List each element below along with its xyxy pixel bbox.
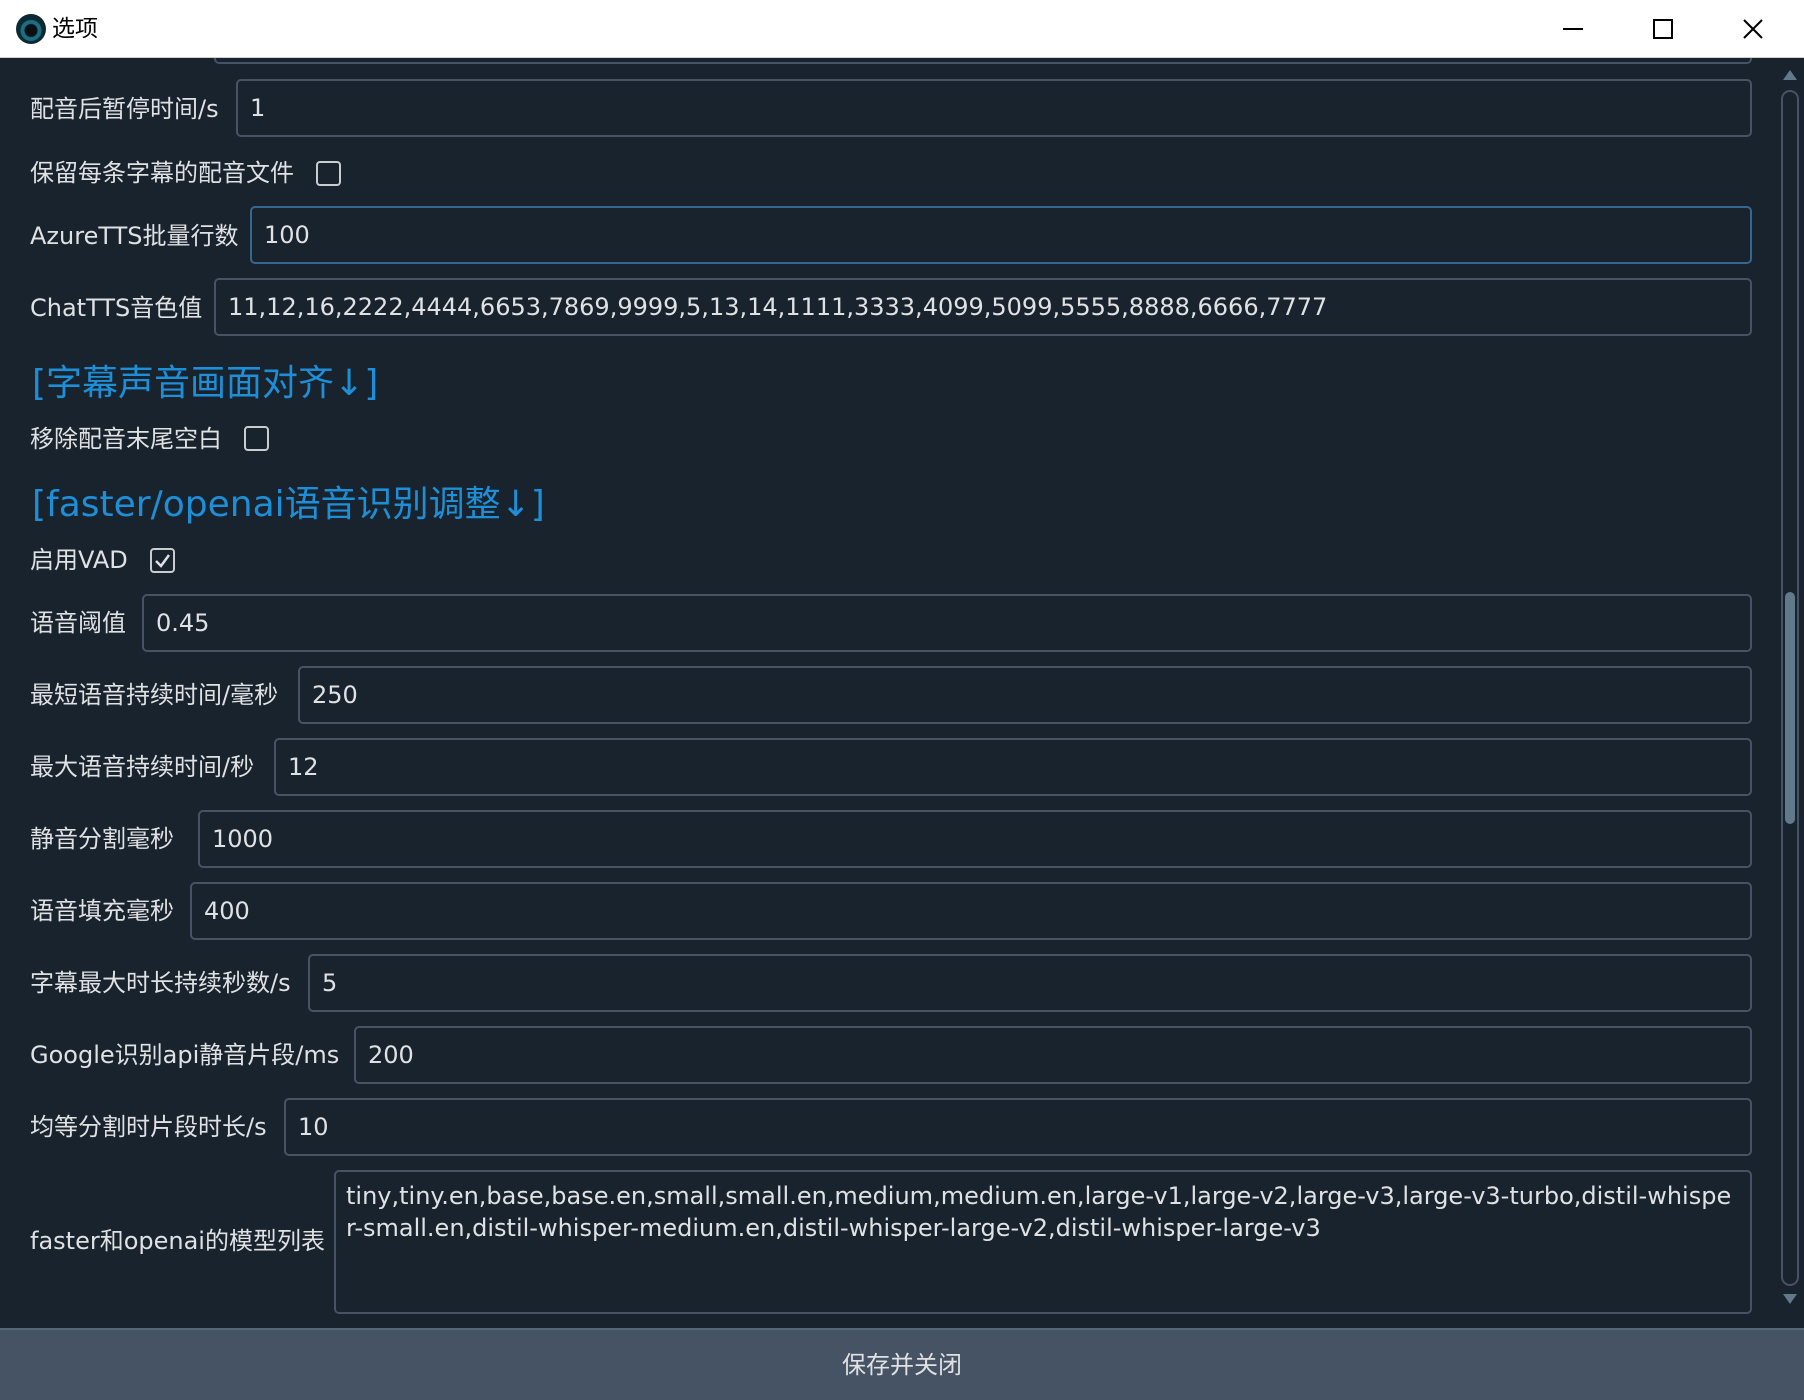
speech-pad-input[interactable]: 400	[190, 882, 1752, 940]
google-silence-input[interactable]: 200	[354, 1026, 1752, 1084]
voice-threshold-label: 语音阈值	[30, 609, 126, 637]
model-list-textarea[interactable]: tiny,tiny.en,base,base.en,small,small.en…	[334, 1170, 1752, 1314]
app-logo-icon	[16, 14, 46, 44]
max-speech-input[interactable]: 12	[274, 738, 1752, 796]
azure-batch-input[interactable]: 100	[250, 206, 1752, 264]
silence-split-input[interactable]: 1000	[198, 810, 1752, 868]
voice-threshold-input[interactable]: 0.45	[142, 594, 1752, 652]
pause-after-dub-input[interactable]: 1	[236, 79, 1752, 137]
window-title: 选项	[52, 16, 98, 42]
checkmark-icon	[155, 554, 171, 568]
azure-batch-label: AzureTTS批量行数	[30, 222, 239, 250]
maximize-button[interactable]	[1618, 0, 1708, 58]
min-speech-input[interactable]: 250	[298, 666, 1752, 724]
maximize-icon	[1653, 19, 1673, 39]
keep-dub-files-checkbox[interactable]	[316, 161, 341, 186]
chattts-voice-label: ChatTTS音色值	[30, 294, 203, 322]
model-list-label: faster和openai的模型列表	[30, 1227, 325, 1255]
google-silence-label: Google识别api静音片段/ms	[30, 1041, 340, 1069]
subtitle-max-input[interactable]: 5	[308, 954, 1752, 1012]
close-button[interactable]	[1708, 0, 1804, 58]
scrollbar-track[interactable]	[1781, 90, 1799, 1286]
enable-vad-checkbox[interactable]	[150, 548, 175, 573]
scrollbar-thumb[interactable]	[1785, 592, 1795, 824]
speech-pad-label: 语音填充毫秒	[30, 897, 174, 925]
min-speech-label: 最短语音持续时间/毫秒	[30, 681, 279, 709]
remove-trailing-checkbox[interactable]	[244, 426, 269, 451]
equal-split-label: 均等分割时片段时长/s	[30, 1113, 267, 1141]
align-section-heading: [字幕声音画面对齐↓]	[32, 363, 379, 404]
minimize-button[interactable]	[1528, 0, 1618, 58]
scroll-up-icon[interactable]	[1782, 68, 1798, 82]
pause-after-dub-label: 配音后暂停时间/s	[30, 95, 219, 123]
recognition-section-heading: [faster/openai语音识别调整↓]	[32, 484, 545, 525]
max-speech-label: 最大语音持续时间/秒	[30, 753, 255, 781]
chattts-voice-input[interactable]: 11,12,16,2222,4444,6653,7869,9999,5,13,1…	[214, 278, 1752, 336]
equal-split-input[interactable]: 10	[284, 1098, 1752, 1156]
title-bar: 选项	[0, 0, 1804, 58]
options-window: 选项 配音后暂停时间/s 1 保留每条字幕的配音文件 AzureTTS批量行数	[0, 0, 1804, 1400]
silence-split-label: 静音分割毫秒	[30, 825, 174, 853]
remove-trailing-label: 移除配音末尾空白	[30, 425, 222, 453]
keep-dub-files-label: 保留每条字幕的配音文件	[30, 159, 294, 187]
vertical-scrollbar[interactable]	[1776, 58, 1804, 1326]
options-scroll-area: 配音后暂停时间/s 1 保留每条字幕的配音文件 AzureTTS批量行数 100…	[0, 58, 1776, 1326]
scroll-down-icon[interactable]	[1782, 1292, 1798, 1306]
save-and-close-button[interactable]: 保存并关闭	[0, 1328, 1804, 1400]
subtitle-max-label: 字幕最大时长持续秒数/s	[30, 969, 291, 997]
minimize-icon	[1563, 28, 1583, 30]
enable-vad-label: 启用VAD	[30, 546, 128, 574]
close-icon	[1743, 19, 1763, 39]
partial-field	[214, 58, 1752, 64]
